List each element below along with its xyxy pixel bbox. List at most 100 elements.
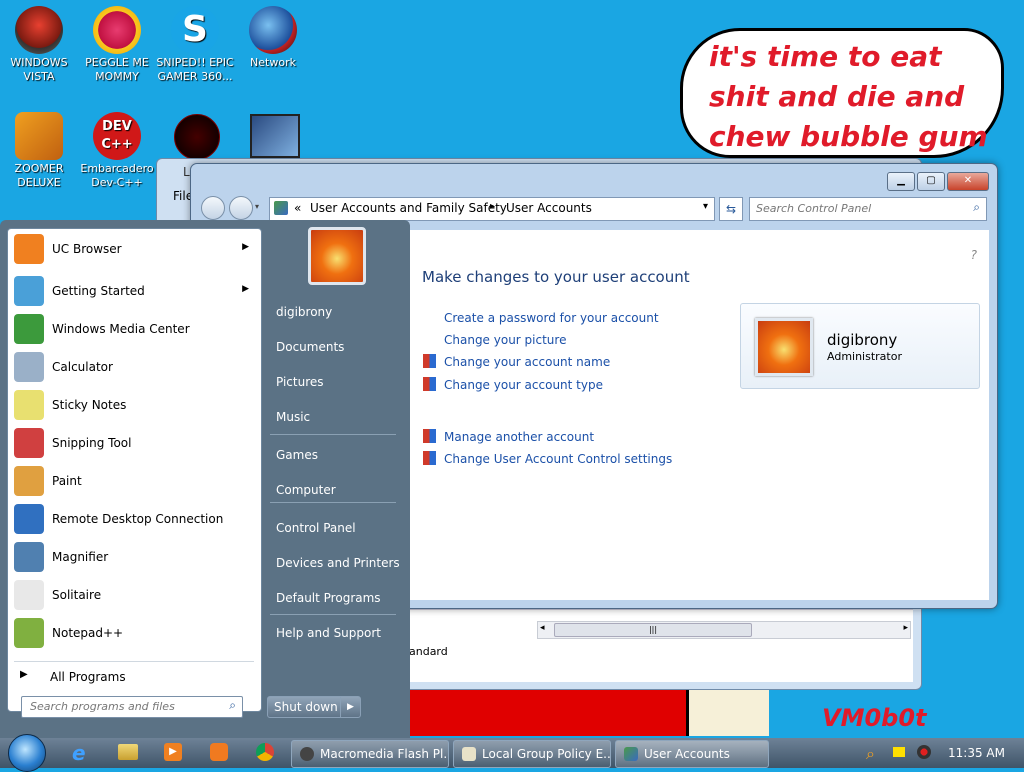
forward-button[interactable] [229, 196, 253, 220]
clock[interactable]: 11:35 AM [948, 746, 1005, 760]
windows-explorer-icon[interactable] [118, 744, 138, 760]
change-account-name-link[interactable]: Change your account name [444, 355, 610, 369]
start-link-music[interactable]: Music [276, 410, 310, 424]
start-link-digibrony[interactable]: digibrony [276, 305, 332, 319]
start-link-devices-and-printers[interactable]: Devices and Printers [276, 556, 400, 570]
start-search-box[interactable]: Search programs and files ⌕ [21, 696, 243, 718]
signature-text: VM0b0t [822, 704, 927, 732]
dark-app-icon[interactable] [174, 114, 220, 160]
peggle-icon [93, 6, 141, 54]
program-label: Magnifier [52, 550, 109, 564]
manage-another-account-link[interactable]: Manage another account [444, 430, 594, 444]
uac-settings-link[interactable]: Change User Account Control settings [444, 452, 672, 466]
laptop-app-icon[interactable] [250, 114, 300, 158]
desktop-icon-sniped[interactable]: S SNIPED!! EPIC GAMER 360... [156, 6, 234, 84]
program-item[interactable]: Solitaire [12, 578, 257, 612]
program-item[interactable]: Sticky Notes [12, 388, 257, 422]
uc-browser-icon [14, 234, 44, 264]
desktop-icon-network[interactable]: Network [234, 6, 312, 70]
breadcrumb-user-accounts-family-safety[interactable]: User Accounts and Family Safety [310, 201, 507, 215]
tray-search-icon[interactable]: ⌕ [866, 744, 875, 764]
menu-separator [270, 502, 396, 503]
start-orb-button[interactable] [8, 734, 46, 772]
flash-icon [300, 747, 314, 761]
uc-browser-taskbar-icon[interactable] [210, 743, 228, 761]
desktop-icon-peggle[interactable]: PEGGLE ME MOMMY [78, 6, 156, 84]
uac-shield-icon [423, 429, 436, 443]
program-item[interactable]: Getting Started ▶ [12, 274, 257, 308]
program-item[interactable]: Notepad++ [12, 616, 257, 650]
start-search-input[interactable]: Search programs and files [30, 700, 175, 713]
horizontal-scrollbar[interactable]: ◂ ||| ▸ [537, 621, 911, 639]
breadcrumb-user-accounts[interactable]: User Accounts [506, 201, 592, 215]
change-picture-link[interactable]: Change your picture [444, 333, 566, 347]
graffiti-speech-bubble: it's time to eat shit and die and chew b… [680, 28, 1004, 158]
desktop-icon-windows-vista[interactable]: WINDOWS VISTA [0, 6, 78, 84]
breadcrumb-separator-icon[interactable]: ▸ [490, 201, 495, 212]
program-item[interactable]: UC Browser ▶ [12, 232, 257, 266]
start-link-computer[interactable]: Computer [276, 483, 336, 497]
media-player-icon[interactable]: ▶ [164, 743, 182, 761]
help-icon[interactable]: ? [971, 248, 977, 262]
program-item[interactable]: Windows Media Center [12, 312, 257, 346]
program-label: Calculator [52, 360, 113, 374]
breadcrumb-overflow[interactable]: « [294, 201, 301, 215]
task-macromedia-flash[interactable]: Macromedia Flash Pl... [291, 740, 449, 768]
shutdown-button[interactable]: Shut down ▶ [267, 696, 361, 718]
start-link-pictures[interactable]: Pictures [276, 375, 324, 389]
shutdown-options-arrow-icon[interactable]: ▶ [340, 697, 360, 717]
search-icon[interactable]: ⌕ [973, 200, 980, 215]
maximize-button[interactable]: ▢ [917, 172, 945, 191]
desktop-icon-label: WINDOWS VISTA [10, 56, 68, 83]
magnifier-icon [14, 542, 44, 572]
create-password-link[interactable]: Create a password for your account [444, 311, 659, 325]
search-control-panel-box[interactable]: Search Control Panel ⌕ [749, 197, 987, 221]
all-programs-button[interactable]: All Programs [50, 670, 126, 684]
start-link-control-panel[interactable]: Control Panel [276, 521, 356, 535]
start-link-help-and-support[interactable]: Help and Support [276, 626, 381, 640]
shutdown-label: Shut down [274, 700, 338, 714]
refresh-button[interactable]: ⇆ [719, 197, 743, 221]
task-user-accounts[interactable]: User Accounts [615, 740, 769, 768]
address-dropdown-icon[interactable]: ▾ [703, 201, 708, 212]
notepad-plus-icon [14, 618, 44, 648]
scroll-left-arrow[interactable]: ◂ [540, 623, 545, 633]
desktop-icon-zoomer[interactable]: ZOOMER DELUXE [0, 112, 78, 190]
program-label: Getting Started [52, 284, 145, 298]
media-center-icon [14, 314, 44, 344]
close-button[interactable]: ✕ [947, 172, 989, 191]
task-local-group-policy[interactable]: Local Group Policy E... [453, 740, 611, 768]
program-item[interactable]: Snipping Tool [12, 426, 257, 460]
chrome-icon[interactable] [256, 743, 274, 761]
user-picture-frame[interactable] [308, 227, 366, 285]
tray-flag-icon[interactable] [893, 747, 905, 757]
user-card: digibrony Administrator [740, 303, 980, 389]
start-link-games[interactable]: Games [276, 448, 318, 462]
internet-explorer-icon[interactable]: e [72, 743, 92, 763]
recent-pages-chevron-icon[interactable]: ▾ [255, 202, 259, 211]
minimize-button[interactable]: ▁ [887, 172, 915, 191]
uac-shield-icon [423, 354, 436, 368]
scroll-right-arrow[interactable]: ▸ [903, 623, 908, 633]
cream-painted-block [686, 690, 769, 736]
back-button[interactable] [201, 196, 225, 220]
program-label: Snipping Tool [52, 436, 132, 450]
scrollbar-thumb[interactable]: ||| [554, 623, 752, 637]
start-link-default-programs[interactable]: Default Programs [276, 591, 381, 605]
cards-icon [14, 580, 44, 610]
change-account-type-link[interactable]: Change your account type [444, 378, 603, 392]
program-item[interactable]: Remote Desktop Connection [12, 502, 257, 536]
desktop-icon-label: ZOOMER DELUXE [14, 162, 64, 189]
address-bar[interactable]: « User Accounts and Family Safety ▸ User… [269, 197, 715, 221]
tray-volume-icon[interactable] [917, 745, 931, 759]
program-item[interactable]: Calculator [12, 350, 257, 384]
scissors-icon [14, 428, 44, 458]
desktop-icon-devcpp[interactable]: DEV C++ Embarcadero Dev-C++ [78, 112, 156, 190]
desktop-icon-label: PEGGLE ME MOMMY [85, 56, 149, 83]
program-item[interactable]: Paint [12, 464, 257, 498]
search-input[interactable]: Search Control Panel [756, 202, 871, 215]
start-link-documents[interactable]: Documents [276, 340, 344, 354]
paint-palette-icon [14, 466, 44, 496]
program-item[interactable]: Magnifier [12, 540, 257, 574]
standard-view-tab[interactable]: andard [409, 645, 448, 658]
